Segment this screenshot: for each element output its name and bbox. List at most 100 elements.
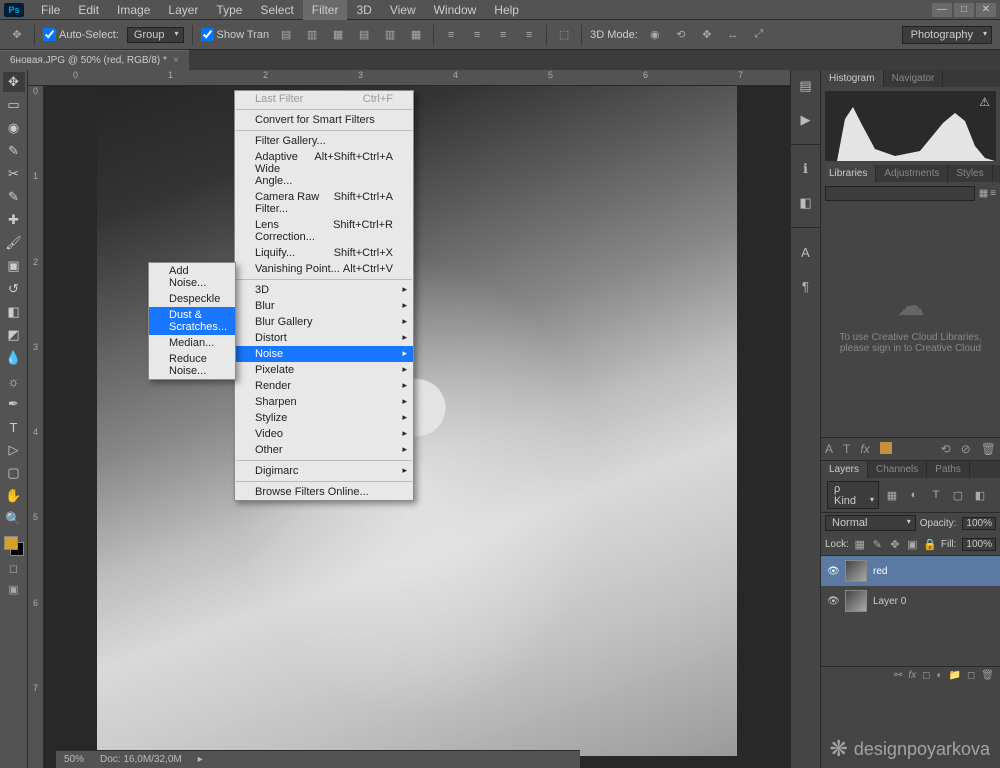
crop-tool[interactable]: ✂ [3, 164, 25, 184]
align-center-icon[interactable]: ▥ [303, 26, 321, 44]
menu-distort-submenu[interactable]: Distort [235, 330, 413, 346]
library-view-grid-icon[interactable]: ▦ [979, 188, 988, 199]
align-middle-icon[interactable]: ▥ [381, 26, 399, 44]
marquee-tool[interactable]: ▭ [3, 95, 25, 115]
maximize-button[interactable]: □ [954, 3, 974, 17]
filter-smart-icon[interactable]: ◧ [971, 486, 989, 504]
menu-filter[interactable]: Filter [303, 0, 348, 20]
color-swatches[interactable] [4, 536, 24, 556]
menu-view[interactable]: View [381, 0, 425, 20]
gradient-tool[interactable]: ◩ [3, 325, 25, 345]
navigator-tab[interactable]: Navigator [884, 70, 944, 87]
menu-liquify[interactable]: Liquify...Shift+Ctrl+X [235, 245, 413, 261]
healing-brush-tool[interactable]: ✚ [3, 210, 25, 230]
menu-blur-submenu[interactable]: Blur [235, 298, 413, 314]
history-panel-icon[interactable]: ▤ [796, 76, 816, 96]
menu-stylize-submenu[interactable]: Stylize [235, 410, 413, 426]
fill-value[interactable]: 100% [962, 538, 996, 551]
menu-type[interactable]: Type [207, 0, 251, 20]
link-layers-icon[interactable]: ⚯ [894, 670, 902, 681]
menu-3d-submenu[interactable]: 3D [235, 282, 413, 298]
lock-position-icon[interactable]: ✥ [888, 535, 902, 553]
pen-tool[interactable]: ✒ [3, 394, 25, 414]
menu-window[interactable]: Window [425, 0, 486, 20]
menu-3d[interactable]: 3D [347, 0, 380, 20]
brush-tool[interactable]: 🖌 [3, 233, 25, 253]
screen-mode-icon[interactable]: ▣ [4, 580, 24, 598]
menu-dust-scratches[interactable]: Dust & Scratches... [149, 307, 235, 335]
quick-select-tool[interactable]: ✎ [3, 141, 25, 161]
foreground-color[interactable] [4, 536, 18, 550]
group-icon[interactable]: 📁 [949, 670, 961, 681]
delete-char-icon[interactable]: 🗑 [981, 442, 996, 456]
close-button[interactable]: ✕ [976, 3, 996, 17]
move-tool[interactable]: ✥ [3, 72, 25, 92]
libraries-tab[interactable]: Libraries [821, 165, 876, 182]
align-left-icon[interactable]: ▤ [277, 26, 295, 44]
viewport[interactable] [44, 86, 790, 768]
paths-tab[interactable]: Paths [927, 461, 970, 478]
auto-align-icon[interactable]: ⬚ [555, 26, 573, 44]
pan-icon[interactable]: ✥ [698, 26, 716, 44]
adjustment-layer-icon[interactable]: ◐ [936, 670, 942, 681]
menu-blur-gallery-submenu[interactable]: Blur Gallery [235, 314, 413, 330]
minimize-button[interactable]: — [932, 3, 952, 17]
lock-artboard-icon[interactable]: ▣ [906, 535, 920, 553]
adjustments-tab[interactable]: Adjustments [876, 165, 948, 182]
info-panel-icon[interactable]: ℹ [796, 159, 816, 179]
document-tab[interactable]: 6новая.JPG @ 50% (red, RGB/8) * × [0, 50, 189, 70]
menu-camera-raw[interactable]: Camera Raw Filter...Shift+Ctrl+A [235, 189, 413, 217]
layer-name[interactable]: Layer 0 [873, 596, 906, 607]
type-tool[interactable]: T [3, 417, 25, 437]
type-panel-icon[interactable]: T [843, 442, 850, 456]
slide-icon[interactable]: ↔ [724, 26, 742, 44]
dodge-tool[interactable]: ☼ [3, 371, 25, 391]
filter-adjust-icon[interactable]: ◐ [905, 486, 923, 504]
visibility-icon[interactable]: 👁 [827, 596, 839, 607]
status-docinfo[interactable]: Doc: 16,0M/32,0M [100, 754, 182, 765]
history-brush-tool[interactable]: ↺ [3, 279, 25, 299]
quick-mask-icon[interactable]: ◻ [4, 559, 24, 577]
delete-layer-icon[interactable]: 🗑 [981, 670, 994, 681]
menu-vanishing-point[interactable]: Vanishing Point...Alt+Ctrl+V [235, 261, 413, 277]
distribute-icon[interactable]: ≡ [442, 26, 460, 44]
paragraph-panel-icon[interactable]: ¶ [796, 276, 816, 296]
char-panel-icon[interactable]: A [825, 442, 833, 456]
layer-thumbnail[interactable] [845, 590, 867, 612]
actions-panel-icon[interactable]: ▶ [796, 110, 816, 130]
properties-panel-icon[interactable]: ◧ [796, 193, 816, 213]
menu-sharpen-submenu[interactable]: Sharpen [235, 394, 413, 410]
library-view-list-icon[interactable]: ≡ [990, 188, 996, 199]
menu-convert-smart[interactable]: Convert for Smart Filters [235, 112, 413, 128]
lock-transparent-icon[interactable]: ▦ [853, 535, 867, 553]
menu-layer[interactable]: Layer [159, 0, 207, 20]
hand-tool[interactable]: ✋ [3, 486, 25, 506]
menu-render-submenu[interactable]: Render [235, 378, 413, 394]
align-bottom-icon[interactable]: ▦ [407, 26, 425, 44]
layers-tab[interactable]: Layers [821, 461, 868, 478]
eyedropper-tool[interactable]: ✎ [3, 187, 25, 207]
blend-mode-combo[interactable]: Normal [825, 515, 916, 531]
menu-digimarc-submenu[interactable]: Digimarc [235, 463, 413, 479]
menu-despeckle[interactable]: Despeckle [149, 291, 235, 307]
lock-all-icon[interactable]: 🔒 [923, 535, 937, 553]
menu-video-submenu[interactable]: Video [235, 426, 413, 442]
menu-add-noise[interactable]: Add Noise... [149, 263, 235, 291]
menu-edit[interactable]: Edit [69, 0, 108, 20]
menu-noise-submenu[interactable]: Noise [235, 346, 413, 362]
workspace-select[interactable]: Photography [902, 26, 992, 44]
blur-tool[interactable]: 💧 [3, 348, 25, 368]
character-panel-icon[interactable]: A [796, 242, 816, 262]
menu-help[interactable]: Help [485, 0, 528, 20]
menu-select[interactable]: Select [251, 0, 302, 20]
layer-kind-filter[interactable]: ρ Kind [827, 481, 879, 509]
menu-filter-gallery[interactable]: Filter Gallery... [235, 133, 413, 149]
eraser-tool[interactable]: ◧ [3, 302, 25, 322]
menu-lens-correction[interactable]: Lens Correction...Shift+Ctrl+R [235, 217, 413, 245]
layer-fx-icon[interactable]: fx [908, 670, 916, 681]
auto-select-checkbox[interactable]: Auto-Select: [43, 28, 119, 41]
layer-row[interactable]: 👁 Layer 0 [821, 586, 1000, 616]
menu-image[interactable]: Image [108, 0, 159, 20]
opacity-value[interactable]: 100% [962, 517, 996, 530]
orbit-icon[interactable]: ◉ [646, 26, 664, 44]
